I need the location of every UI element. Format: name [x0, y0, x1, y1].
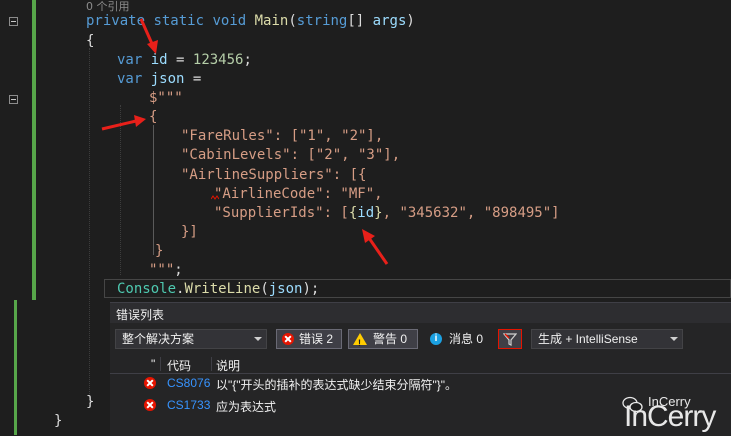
- code-line: "AirlineCode": "MF",: [214, 186, 383, 202]
- keyword: string: [296, 13, 348, 29]
- error-list-title-bar[interactable]: 错误列表: [110, 303, 731, 323]
- raw-string-close: """: [149, 262, 175, 278]
- errors-filter-label: 错误 2: [299, 332, 334, 346]
- warning-icon: [353, 333, 367, 352]
- column-divider[interactable]: [160, 357, 161, 371]
- code-line: "FareRules": ["1", "2"],: [181, 128, 384, 144]
- code-line: }: [54, 413, 63, 429]
- punctuation: ;: [174, 262, 183, 278]
- messages-filter-button[interactable]: i 消息 0: [424, 329, 490, 349]
- watermark: InCerry InCerry: [618, 392, 731, 435]
- code-line: var json =: [117, 70, 201, 89]
- warnings-filter-button[interactable]: 警告 0: [348, 329, 418, 352]
- type-name: Console: [117, 281, 177, 297]
- variable: json: [150, 71, 185, 87]
- variable: json: [268, 281, 303, 297]
- interpolation-brace: }: [374, 205, 383, 221]
- error-code-link[interactable]: CS1733: [167, 398, 210, 412]
- punctuation: );: [302, 281, 320, 297]
- watermark-large-text: InCerry: [624, 400, 716, 433]
- annotation-arrow-icon: [101, 115, 146, 131]
- errors-filter-button[interactable]: 错误 2: [276, 329, 342, 349]
- filter-button[interactable]: [498, 329, 522, 349]
- error-icon: [144, 377, 156, 389]
- punctuation: []: [347, 13, 373, 29]
- json-brace-close: }: [155, 243, 164, 259]
- number-literal: 123456: [192, 52, 244, 68]
- code-line: "CabinLevels": ["2", "3"],: [181, 147, 401, 163]
- string-literal: "SupplierIds": [: [214, 205, 349, 221]
- error-list-header: " 代码 说明: [110, 355, 731, 374]
- code-line: "SupplierIds": [{id}, "345632", "898495"…: [214, 204, 560, 223]
- raw-string-open: $""": [149, 90, 183, 106]
- keyword: void: [212, 13, 247, 29]
- punctuation: ): [406, 13, 415, 29]
- parameter: args: [372, 13, 407, 29]
- punctuation: =: [167, 52, 193, 68]
- scope-value: 整个解决方案: [122, 332, 195, 346]
- error-list-toolbar: 整个解决方案 错误 2 警告 0 i 消息 0 生成 + IntelliSens…: [110, 325, 731, 353]
- punctuation: (: [260, 281, 269, 297]
- interpolated-variable: id: [357, 205, 375, 221]
- description-column-header[interactable]: 说明: [216, 357, 240, 374]
- punctuation: ;: [243, 52, 252, 68]
- error-description: 应为表达式: [216, 400, 277, 414]
- error-icon: [144, 399, 156, 411]
- error-icon: [282, 333, 294, 345]
- error-row[interactable]: CS8076 以"{"开头的插补的表达式缺少结束分隔符"}"。: [110, 373, 731, 394]
- build-filter-value: 生成 + IntelliSense: [538, 332, 638, 346]
- warnings-filter-label: 警告 0: [373, 332, 408, 346]
- punctuation: (: [288, 13, 297, 29]
- code-line: }]: [181, 224, 198, 240]
- method-name: Main: [254, 13, 289, 29]
- column-divider[interactable]: [211, 357, 212, 371]
- method-name: WriteLine: [184, 281, 261, 297]
- error-description: 以"{"开头的插补的表达式缺少结束分隔符"}"。: [216, 378, 458, 392]
- panel-title: 错误列表: [116, 308, 165, 322]
- code-line: "AirlineSuppliers": [{: [181, 167, 367, 183]
- code-line: {: [86, 33, 95, 49]
- indent-guide: [153, 125, 154, 255]
- build-filter-dropdown[interactable]: 生成 + IntelliSense: [531, 329, 683, 349]
- filter-icon: [503, 333, 517, 346]
- marker-column-header[interactable]: ": [151, 357, 155, 371]
- error-squiggle: [211, 195, 219, 200]
- punctuation: =: [184, 71, 202, 87]
- json-brace-open: {: [149, 109, 158, 125]
- code-line: """;: [149, 261, 183, 280]
- annotation-arrow-icon: [362, 229, 389, 265]
- code-line: }: [86, 394, 95, 410]
- messages-filter-label: 消息 0: [449, 332, 484, 346]
- code-line: Console.WriteLine(json);: [117, 280, 319, 299]
- string-literal: , "345632", "898495"]: [382, 205, 560, 221]
- indent-guide: [89, 48, 90, 408]
- code-column-header[interactable]: 代码: [167, 357, 191, 374]
- error-code-link[interactable]: CS8076: [167, 376, 210, 390]
- keyword: var: [117, 71, 143, 87]
- info-icon: i: [430, 333, 442, 345]
- scope-dropdown[interactable]: 整个解决方案: [115, 329, 267, 349]
- chevron-down-icon: [670, 337, 678, 341]
- annotation-arrow-icon: [139, 18, 158, 54]
- chevron-down-icon: [254, 337, 262, 341]
